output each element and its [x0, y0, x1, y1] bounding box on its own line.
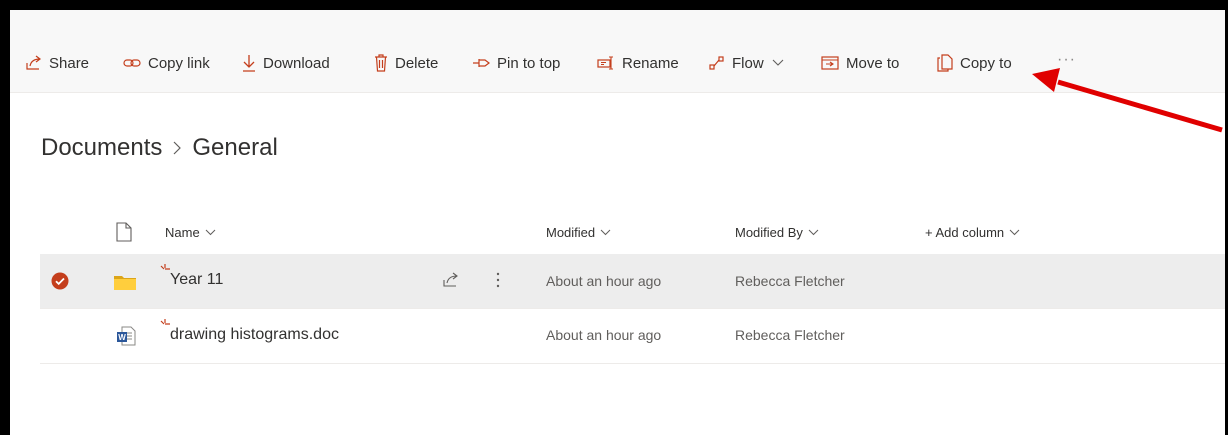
pin-to-top-label: Pin to top: [497, 54, 561, 72]
more-icon[interactable]: ···: [1057, 51, 1076, 69]
flow-icon: [709, 56, 724, 70]
word-icon: W: [116, 326, 136, 346]
chevron-right-icon: [172, 140, 182, 156]
flow-button[interactable]: Flow: [709, 50, 784, 76]
download-button[interactable]: Download: [242, 50, 330, 76]
copy-to-label: Copy to: [960, 54, 1012, 72]
copy-icon: [937, 54, 953, 72]
delete-icon: [375, 54, 387, 72]
chevron-down-icon: [808, 229, 819, 236]
modified-by-cell: Rebecca Fletcher: [735, 273, 845, 289]
add-column-button[interactable]: + Add column: [925, 225, 1020, 240]
share-label: Share: [49, 54, 90, 72]
chevron-down-icon: [600, 229, 611, 236]
flow-label: Flow: [732, 54, 764, 72]
download-label: Download: [263, 54, 330, 72]
column-modified-label: Modified: [546, 225, 596, 240]
folder-icon: [114, 274, 136, 290]
column-header-name[interactable]: Name: [165, 225, 216, 240]
chevron-down-icon: [205, 229, 216, 236]
delete-label: Delete: [395, 54, 439, 72]
breadcrumb-general[interactable]: General: [192, 134, 277, 162]
delete-button[interactable]: Delete: [374, 50, 438, 76]
chevron-down-icon: [772, 59, 784, 66]
copy-link-button[interactable]: Copy link: [123, 50, 210, 76]
column-name-label: Name: [165, 225, 200, 240]
copy-link-label: Copy link: [148, 54, 210, 72]
breadcrumb: Documents General: [41, 134, 278, 162]
chevron-down-icon: [1009, 229, 1020, 236]
breadcrumb-documents[interactable]: Documents: [41, 134, 162, 162]
modified-by-cell: Rebecca Fletcher: [735, 327, 845, 343]
rename-label: Rename: [622, 54, 679, 72]
file-name-link[interactable]: Year 11: [170, 271, 223, 289]
pin-icon: [473, 59, 490, 67]
command-bar: Share Copy link Download Delete Pin to t…: [10, 10, 1225, 93]
copy-to-button[interactable]: Copy to: [937, 50, 1012, 76]
list-header: Name Modified Modified By + Add column: [40, 207, 1225, 254]
download-icon: [243, 55, 255, 72]
move-to-label: Move to: [846, 54, 900, 72]
link-icon: [123, 59, 141, 67]
add-column-label: + Add column: [925, 225, 1005, 240]
file-icon: [116, 222, 132, 242]
column-modified-by-label: Modified By: [735, 225, 803, 240]
column-header-modified-by[interactable]: Modified By: [735, 225, 819, 240]
rename-icon: [597, 56, 613, 70]
modified-cell: About an hour ago: [546, 327, 662, 343]
rename-button[interactable]: Rename: [597, 50, 679, 76]
move-to-button[interactable]: Move to: [821, 50, 899, 76]
svg-text:W: W: [118, 333, 126, 342]
list-item[interactable]: W drawing histograms.doc About an hour a…: [40, 309, 1225, 364]
column-header-modified[interactable]: Modified: [546, 225, 611, 240]
modified-cell: About an hour ago: [546, 273, 662, 289]
file-name-link[interactable]: drawing histograms.doc: [170, 326, 339, 344]
more-options-icon[interactable]: [496, 271, 500, 289]
checkmark-icon[interactable]: [51, 272, 69, 290]
share-button[interactable]: Share: [26, 50, 89, 76]
share-icon[interactable]: [443, 272, 459, 288]
list-item[interactable]: Year 11 About an hour ago Rebecca Fletch…: [40, 254, 1225, 309]
pin-to-top-button[interactable]: Pin to top: [472, 50, 560, 76]
share-icon: [26, 55, 41, 70]
move-icon: [821, 56, 839, 70]
